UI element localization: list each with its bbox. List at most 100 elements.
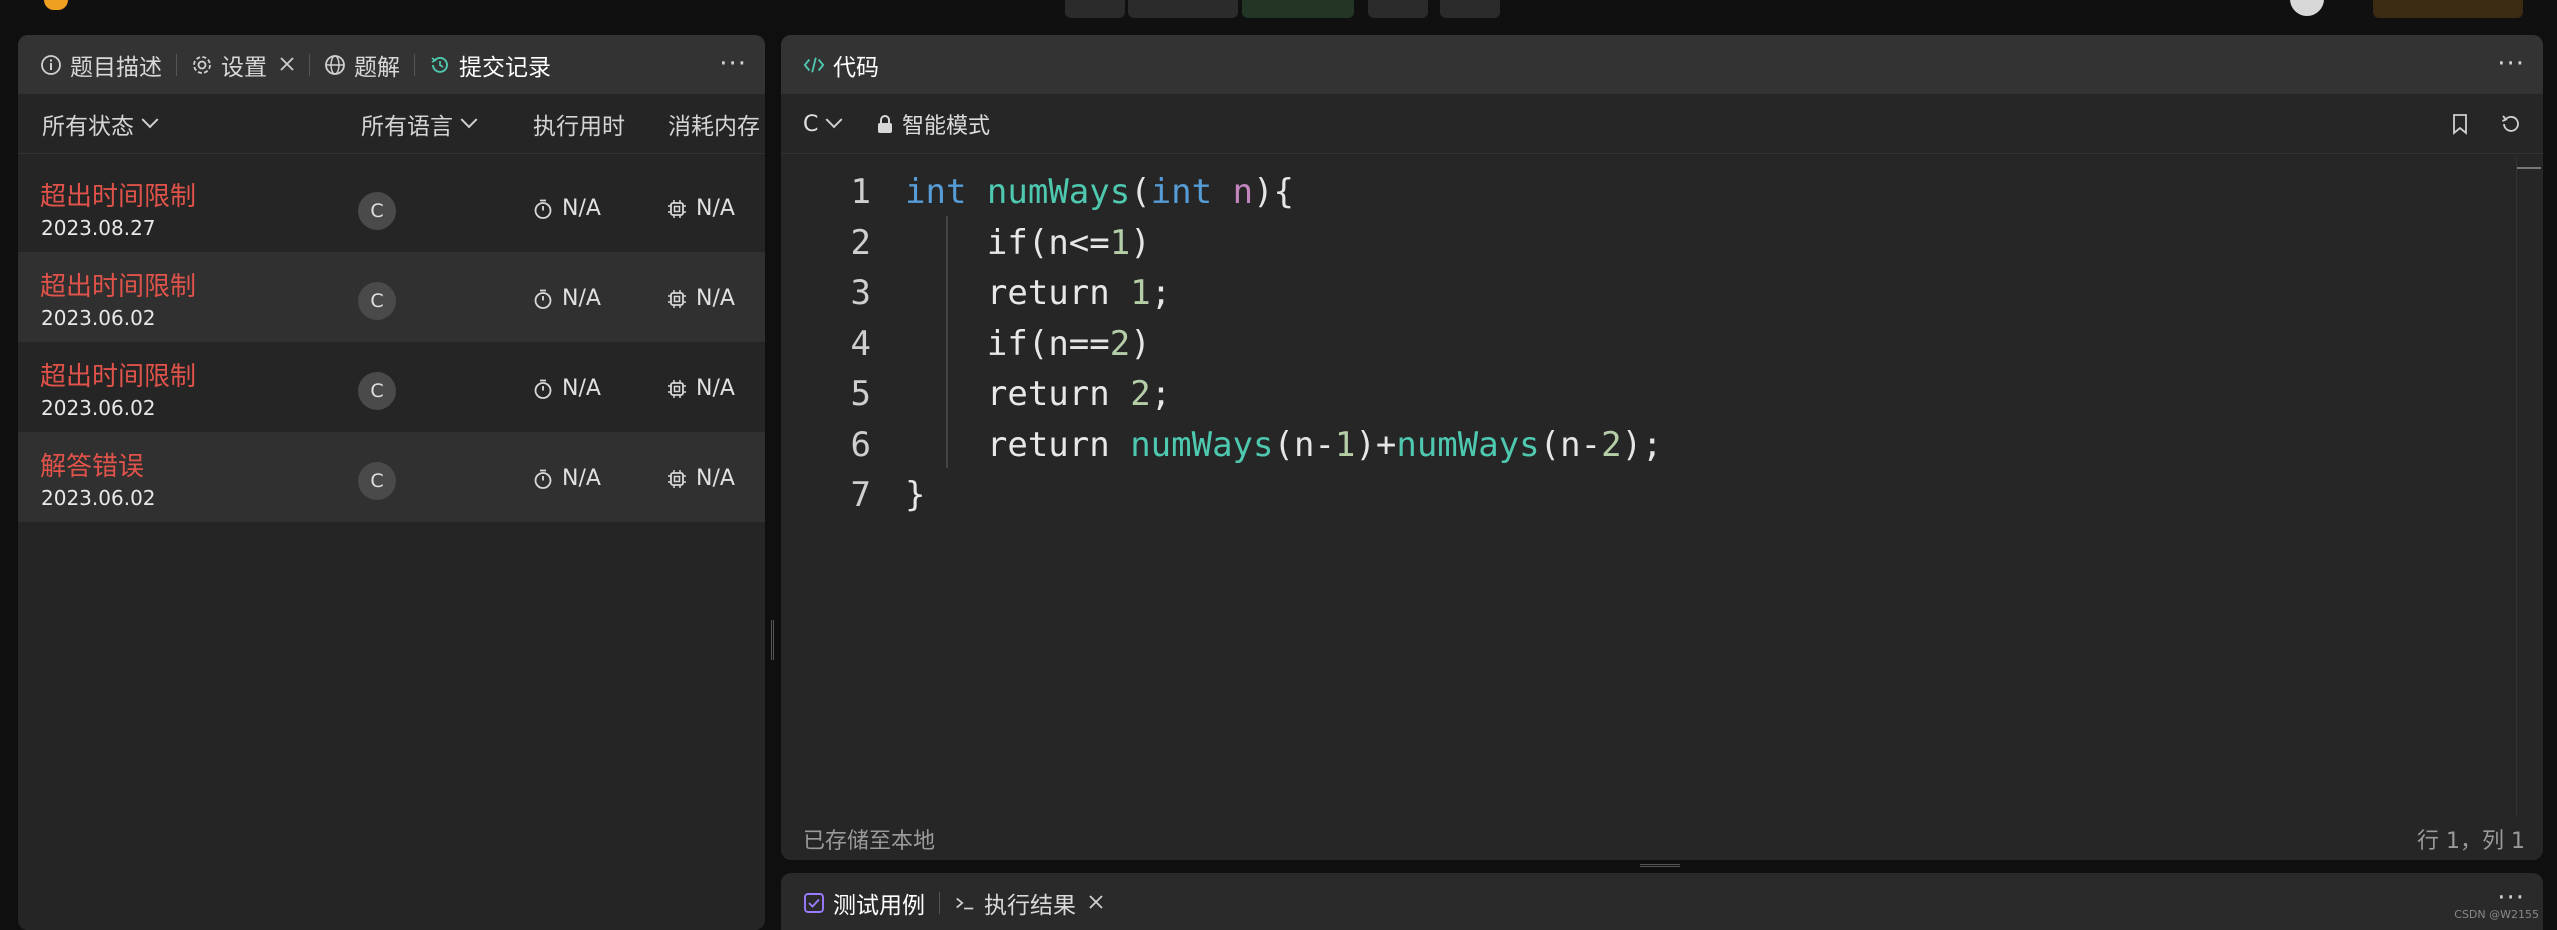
debug-button[interactable] — [1065, 0, 1125, 18]
tab-testcases[interactable]: 测试用例 — [803, 874, 925, 930]
code-line[interactable]: 7 } — [781, 468, 2521, 519]
submissions-filter-row: 所有状态 所有语言 执行用时 消耗内存 — [18, 94, 765, 154]
code-line-content: } — [905, 475, 926, 515]
reset-code-icon[interactable] — [2499, 112, 2523, 136]
horizontal-resize-handle[interactable] — [1640, 864, 1680, 867]
tab-description[interactable]: 题目描述 — [40, 35, 162, 94]
top-navbar — [0, 0, 2557, 30]
tab-label: 题目描述 — [70, 54, 162, 81]
tab-results[interactable]: 执行结果 — [954, 874, 1104, 930]
toolbar-button[interactable] — [1440, 0, 1500, 18]
code-line[interactable]: 4 if(n==2) — [781, 317, 2521, 368]
avatar[interactable] — [2290, 0, 2324, 16]
code-line-content: if(n<=1) — [986, 222, 1151, 263]
runtime-value: N/A — [532, 196, 601, 221]
submission-status[interactable]: 超出时间限制 — [40, 356, 196, 393]
language-select-value: C — [803, 111, 819, 137]
submit-button[interactable] — [1242, 0, 1354, 18]
gear-icon — [191, 54, 213, 76]
toolbar-button[interactable] — [1368, 0, 1428, 18]
code-line-content: return numWays(n-1)+numWays(n-2); — [986, 424, 1663, 465]
more-options-icon[interactable]: ··· — [2497, 49, 2525, 79]
smart-mode-toggle[interactable]: 智能模式 — [876, 94, 990, 154]
vertical-resize-handle[interactable] — [771, 620, 774, 660]
tab-divider — [176, 53, 177, 76]
more-options-icon[interactable]: ··· — [719, 49, 747, 79]
code-icon — [803, 54, 825, 76]
language-badge: C — [358, 462, 396, 500]
code-line-content: if(n==2) — [986, 323, 1151, 364]
premium-button[interactable] — [2373, 0, 2523, 18]
submissions-panel: 题目描述 设置 题解 提交记录 ··· 所有状态 所有语言 执行用时 消耗内存 … — [18, 35, 765, 930]
chip-icon — [666, 468, 688, 490]
line-number: 2 — [850, 222, 871, 263]
submission-row[interactable]: 超出时间限制 2023.06.02 C N/A N/A — [18, 342, 765, 432]
close-icon[interactable] — [279, 52, 295, 78]
site-logo[interactable] — [44, 0, 68, 10]
tab-label: 设置 — [221, 54, 267, 81]
run-button[interactable] — [1128, 0, 1238, 18]
code-line[interactable]: 5 return 2; — [781, 367, 2521, 418]
runtime-value: N/A — [532, 376, 601, 401]
runtime-column-header[interactable]: 执行用时 — [533, 94, 625, 154]
code-line[interactable]: 3 return 1; — [781, 266, 2521, 317]
language-filter-dropdown[interactable]: 所有语言 — [361, 94, 478, 154]
submission-row[interactable]: 超出时间限制 2023.06.02 C N/A N/A — [18, 252, 765, 342]
status-filter-dropdown[interactable]: 所有状态 — [42, 94, 159, 154]
submission-date: 2023.08.27 — [41, 216, 156, 240]
submission-status[interactable]: 超出时间限制 — [40, 266, 196, 303]
tab-solutions[interactable]: 题解 — [324, 35, 400, 94]
language-filter-label: 所有语言 — [361, 114, 453, 140]
code-line[interactable]: 6 return numWays(n-1)+numWays(n-2); — [781, 418, 2521, 469]
left-tabbar: 题目描述 设置 题解 提交记录 ··· — [18, 35, 765, 94]
history-icon — [429, 54, 451, 76]
chevron-down-icon — [825, 111, 843, 129]
memory-text: N/A — [696, 466, 735, 491]
submission-row[interactable]: 解答错误 2023.06.02 C N/A N/A — [18, 432, 765, 522]
checkbox-icon — [803, 892, 825, 914]
runtime-header-label: 执行用时 — [533, 114, 625, 140]
tab-settings[interactable]: 设置 — [191, 35, 295, 94]
status-filter-label: 所有状态 — [42, 114, 134, 140]
bottom-tabbar: 测试用例 执行结果 ··· — [781, 873, 2543, 930]
submission-status[interactable]: 解答错误 — [40, 446, 144, 483]
line-number: 1 — [850, 172, 871, 212]
chip-icon — [666, 198, 688, 220]
lock-icon — [876, 114, 894, 134]
tab-code[interactable]: 代码 — [803, 35, 879, 94]
memory-value: N/A — [666, 466, 735, 491]
code-area[interactable]: 1 int numWays(int n){ 2 if(n<=1) 3 retur… — [781, 165, 2521, 519]
submission-date: 2023.06.02 — [41, 306, 156, 330]
test-panel: 测试用例 执行结果 ··· — [781, 873, 2543, 930]
save-status: 已存储至本地 — [803, 829, 936, 854]
language-select[interactable]: C — [803, 94, 843, 154]
code-line[interactable]: 1 int numWays(int n){ — [781, 165, 2521, 216]
close-icon[interactable] — [1088, 890, 1104, 916]
stopwatch-icon — [532, 288, 554, 310]
memory-text: N/A — [696, 376, 735, 401]
chip-icon — [666, 378, 688, 400]
bookmark-icon[interactable] — [2448, 112, 2472, 136]
stopwatch-icon — [532, 468, 554, 490]
stopwatch-icon — [532, 198, 554, 220]
runtime-value: N/A — [532, 286, 601, 311]
line-number: 5 — [850, 374, 871, 414]
memory-text: N/A — [696, 286, 735, 311]
info-circle-icon — [40, 54, 62, 76]
submission-date: 2023.06.02 — [41, 396, 156, 420]
code-editor-panel: 代码 ··· C 智能模式 1 int numWays(int n){2 if… — [781, 35, 2543, 860]
submission-row[interactable]: 超出时间限制 2023.08.27 C N/A N/A — [18, 162, 765, 252]
memory-value: N/A — [666, 376, 735, 401]
chip-icon — [666, 288, 688, 310]
runtime-text: N/A — [562, 286, 601, 311]
runtime-text: N/A — [562, 466, 601, 491]
tab-divider — [309, 53, 310, 76]
code-line-content: return 2; — [986, 374, 1172, 414]
memory-column-header[interactable]: 消耗内存 — [668, 94, 760, 154]
tab-label: 代码 — [833, 54, 879, 81]
runtime-text: N/A — [562, 196, 601, 221]
tab-submissions[interactable]: 提交记录 — [429, 35, 551, 94]
code-line-content: int numWays(int n){ — [905, 172, 1295, 212]
submission-status[interactable]: 超出时间限制 — [40, 176, 196, 213]
code-line[interactable]: 2 if(n<=1) — [781, 216, 2521, 267]
